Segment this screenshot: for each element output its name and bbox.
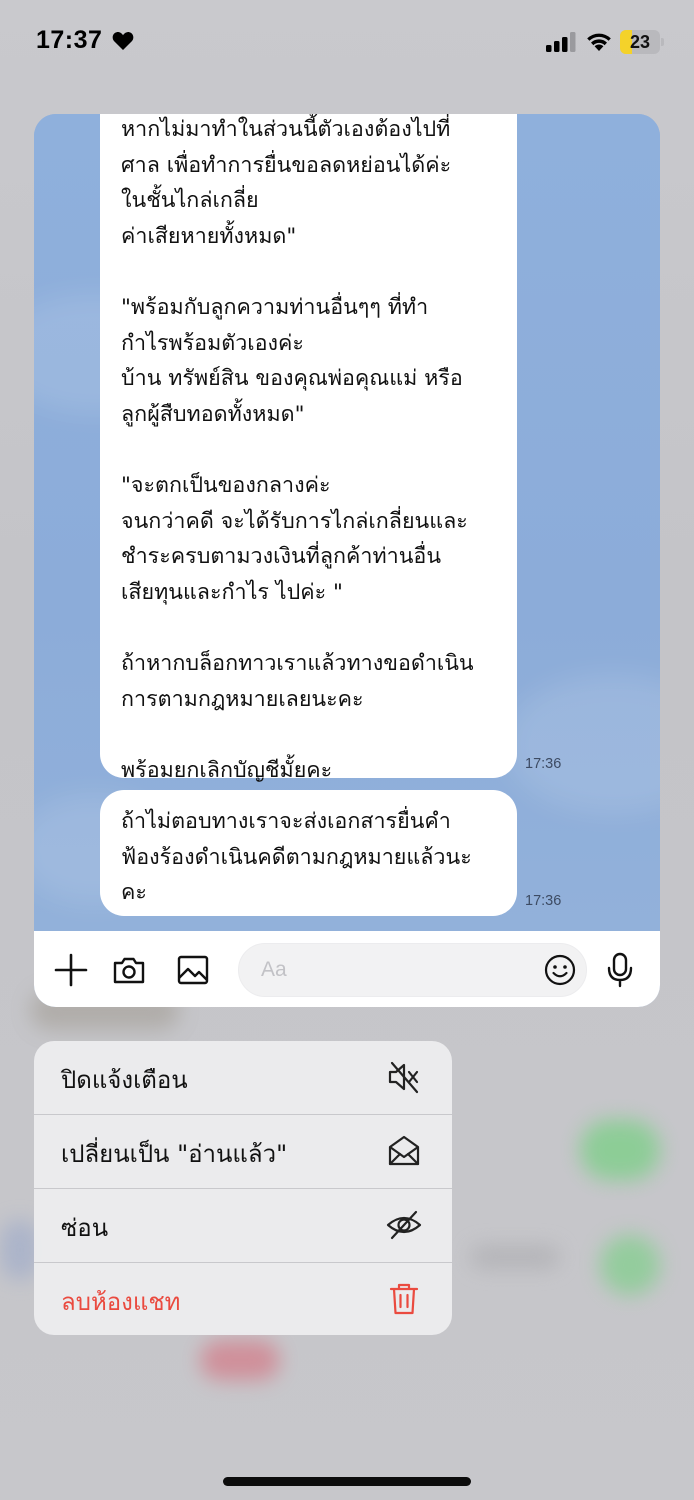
background-blur bbox=[600, 1235, 660, 1295]
menu-item-label: ซ่อน bbox=[61, 1214, 109, 1242]
status-time: 17:37 bbox=[36, 26, 103, 54]
message-time: 17:36 bbox=[525, 893, 562, 909]
menu-item-mute-notifications[interactable]: ปิดแจ้งเตือน bbox=[34, 1041, 452, 1114]
menu-item-mark-as-read[interactable]: เปลี่ยนเป็น "อ่านแล้ว" bbox=[34, 1115, 452, 1188]
signal-icon bbox=[546, 32, 576, 52]
menu-item-hide[interactable]: ซ่อน bbox=[34, 1189, 452, 1262]
home-indicator[interactable] bbox=[223, 1477, 471, 1486]
background-blur bbox=[580, 1120, 660, 1180]
menu-item-label: เปลี่ยนเป็น "อ่านแล้ว" bbox=[61, 1140, 288, 1168]
hide-icon bbox=[386, 1210, 422, 1240]
image-icon[interactable] bbox=[176, 953, 210, 987]
chat-preview[interactable]: หากไม่มาทำในส่วนนี้ตัวเองต้องไปที่ ศาล เ… bbox=[34, 114, 660, 1007]
battery-icon: 23 bbox=[620, 30, 664, 54]
emoji-icon[interactable] bbox=[544, 954, 576, 986]
camera-icon[interactable] bbox=[112, 953, 146, 987]
message-input-placeholder: Aa bbox=[261, 958, 287, 981]
menu-item-label: ปิดแจ้งเตือน bbox=[61, 1066, 188, 1094]
background-blur bbox=[200, 1340, 280, 1380]
menu-item-delete-chat[interactable]: ลบห้องแชท bbox=[34, 1263, 452, 1335]
chat-messages-area[interactable]: หากไม่มาทำในส่วนนี้ตัวเองต้องไปที่ ศาล เ… bbox=[34, 114, 660, 931]
context-menu: ปิดแจ้งเตือน เปลี่ยนเป็น "อ่านแล้ว" ซ่อน… bbox=[34, 1041, 452, 1335]
message-time: 17:36 bbox=[525, 756, 562, 772]
mark-read-icon bbox=[388, 1135, 420, 1166]
mute-icon bbox=[388, 1061, 419, 1094]
background-blur bbox=[470, 1245, 560, 1269]
battery-percentage: 23 bbox=[629, 32, 651, 52]
message-input[interactable]: Aa bbox=[238, 943, 587, 997]
menu-item-label: ลบห้องแชท bbox=[61, 1288, 181, 1316]
heart-icon bbox=[112, 32, 134, 50]
message-input-bar: Aa bbox=[34, 931, 660, 1007]
trash-icon bbox=[389, 1283, 419, 1315]
wifi-icon bbox=[587, 33, 611, 51]
status-bar: 17:37 23 bbox=[0, 0, 694, 84]
message-bubble[interactable]: ถ้าไม่ตอบทางเราจะส่งเอกสารยื่นคำ ฟ้องร้อ… bbox=[100, 790, 517, 916]
plus-icon[interactable] bbox=[54, 953, 88, 987]
background-cloud bbox=[504, 674, 660, 814]
microphone-icon[interactable] bbox=[604, 952, 636, 988]
message-bubble[interactable]: หากไม่มาทำในส่วนนี้ตัวเองต้องไปที่ ศาล เ… bbox=[100, 114, 517, 783]
